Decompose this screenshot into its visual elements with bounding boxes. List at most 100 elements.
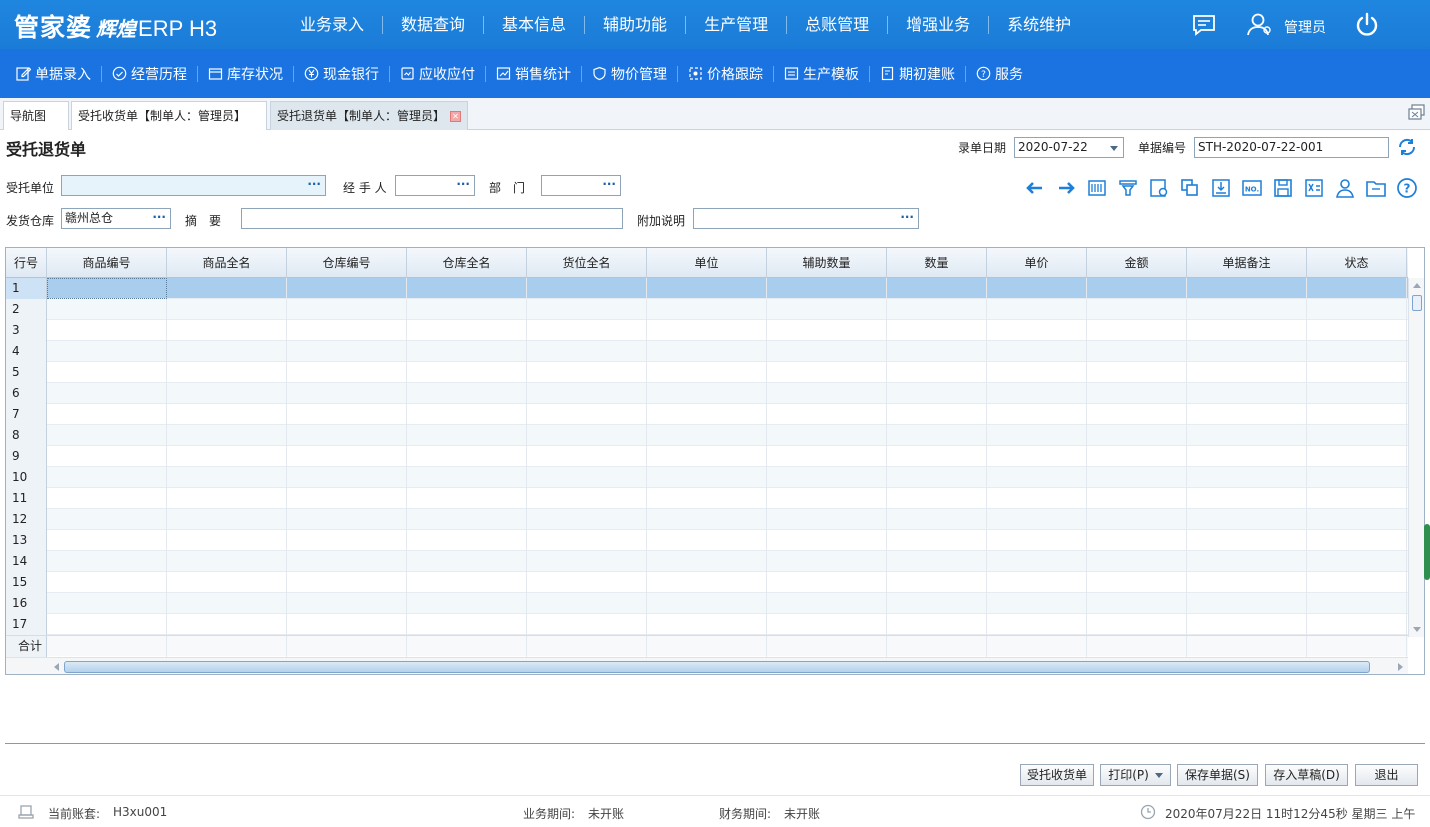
grid-cell[interactable] <box>287 614 407 635</box>
grid-cell[interactable] <box>647 467 767 488</box>
grid-cell[interactable] <box>1307 572 1407 593</box>
grid-cell[interactable] <box>647 425 767 446</box>
grid-cell[interactable] <box>887 425 987 446</box>
grid-cell[interactable] <box>887 488 987 509</box>
grid-cell[interactable] <box>47 404 167 425</box>
grid-cell[interactable] <box>47 551 167 572</box>
hscroll-thumb[interactable] <box>64 661 1370 673</box>
scroll-right-icon[interactable] <box>1398 663 1403 671</box>
grid-cell[interactable] <box>887 362 987 383</box>
grid-cell[interactable] <box>407 320 527 341</box>
grid-cell[interactable] <box>1307 383 1407 404</box>
grid-cell[interactable] <box>1187 488 1307 509</box>
number-field[interactable]: STH-2020-07-22-001 <box>1194 137 1389 158</box>
grid-cell[interactable] <box>1087 509 1187 530</box>
grid-cell[interactable] <box>407 509 527 530</box>
table-row[interactable]: 4 <box>6 341 1408 362</box>
grid-cell[interactable] <box>1307 614 1407 635</box>
folder-icon[interactable] <box>1365 177 1387 199</box>
date-select[interactable]: 2020-07-22 <box>1014 137 1124 158</box>
column-header[interactable]: 单据备注 <box>1187 248 1307 278</box>
grid-cell[interactable] <box>47 614 167 635</box>
grid-cell[interactable] <box>887 530 987 551</box>
grid-cell[interactable] <box>527 509 647 530</box>
scroll-left-icon[interactable] <box>54 663 59 671</box>
nav-item-aux-functions[interactable]: 辅助功能 <box>585 15 687 34</box>
grid-cell[interactable] <box>987 278 1087 299</box>
toolbar-cash-bank[interactable]: 现金银行 <box>294 65 390 83</box>
grid-cell[interactable] <box>287 404 407 425</box>
save-icon[interactable] <box>1272 177 1294 199</box>
grid-cell[interactable] <box>287 530 407 551</box>
table-row[interactable]: 5 <box>6 362 1408 383</box>
copy-icon[interactable] <box>1179 177 1201 199</box>
grid-cell[interactable] <box>1187 383 1307 404</box>
settings-doc-icon[interactable] <box>1148 177 1170 199</box>
grid-cell[interactable] <box>987 362 1087 383</box>
column-header[interactable]: 商品全名 <box>167 248 287 278</box>
user-name[interactable]: 管理员 <box>1284 17 1326 37</box>
toolbar-prod-template[interactable]: 生产模板 <box>774 65 870 83</box>
column-header[interactable]: 辅助数量 <box>767 248 887 278</box>
grid-cell[interactable] <box>887 278 987 299</box>
grid-cell[interactable] <box>887 299 987 320</box>
grid-cell[interactable] <box>1187 320 1307 341</box>
grid-cell[interactable] <box>167 425 287 446</box>
grid-cell[interactable] <box>1087 299 1187 320</box>
table-row[interactable]: 14 <box>6 551 1408 572</box>
tab-consign-return[interactable]: 受托退货单【制单人：管理员】 ✕ <box>270 101 468 130</box>
grid-cell[interactable] <box>47 383 167 404</box>
grid-cell[interactable] <box>527 320 647 341</box>
grid-cell[interactable] <box>47 341 167 362</box>
grid-cell[interactable] <box>987 572 1087 593</box>
print-button[interactable]: 打印(P) <box>1100 764 1171 786</box>
table-row[interactable]: 11 <box>6 488 1408 509</box>
grid-cell[interactable] <box>1307 551 1407 572</box>
grid-cell[interactable] <box>1087 593 1187 614</box>
grid-cell[interactable] <box>1187 278 1307 299</box>
grid-cell[interactable] <box>167 467 287 488</box>
refresh-icon[interactable] <box>1397 138 1417 159</box>
grid-cell[interactable] <box>1087 278 1187 299</box>
toolbar-history[interactable]: 经营历程 <box>102 65 198 83</box>
grid-cell[interactable] <box>767 614 887 635</box>
grid-cell[interactable] <box>167 383 287 404</box>
toolbar-receivables[interactable]: 应收应付 <box>390 65 486 83</box>
dept-field[interactable]: ··· <box>541 175 621 196</box>
table-row[interactable]: 16 <box>6 593 1408 614</box>
grid-cell[interactable] <box>1307 488 1407 509</box>
grid-cell[interactable] <box>407 551 527 572</box>
grid-cell[interactable] <box>1307 446 1407 467</box>
grid-cell[interactable] <box>1187 446 1307 467</box>
grid-cell[interactable] <box>767 551 887 572</box>
grid-cell[interactable] <box>647 446 767 467</box>
grid-cell[interactable] <box>527 446 647 467</box>
column-header[interactable]: 金额 <box>1087 248 1187 278</box>
grid-cell[interactable] <box>887 320 987 341</box>
grid-cell[interactable] <box>1307 278 1407 299</box>
grid-cell[interactable] <box>47 446 167 467</box>
user-icon[interactable] <box>1246 12 1272 39</box>
grid-cell[interactable] <box>167 278 287 299</box>
more-icon[interactable]: ··· <box>602 176 616 194</box>
grid-cell[interactable] <box>527 593 647 614</box>
grid-cell[interactable] <box>647 383 767 404</box>
grid-cell[interactable] <box>1307 509 1407 530</box>
grid-cell[interactable] <box>767 467 887 488</box>
grid-cell[interactable] <box>407 278 527 299</box>
grid-cell[interactable] <box>647 551 767 572</box>
nav-item-enhanced[interactable]: 增强业务 <box>888 15 990 34</box>
more-icon[interactable]: ··· <box>900 209 914 227</box>
column-header[interactable]: 单位 <box>647 248 767 278</box>
grid-cell[interactable] <box>407 593 527 614</box>
grid-cell[interactable] <box>167 320 287 341</box>
grid-cell[interactable] <box>527 362 647 383</box>
grid-cell[interactable] <box>407 488 527 509</box>
grid-cell[interactable] <box>767 320 887 341</box>
grid-cell[interactable] <box>527 299 647 320</box>
grid-cell[interactable] <box>767 530 887 551</box>
grid-cell[interactable] <box>527 404 647 425</box>
person-icon[interactable] <box>1334 177 1356 199</box>
grid-cell[interactable] <box>47 488 167 509</box>
grid-cell[interactable] <box>647 362 767 383</box>
